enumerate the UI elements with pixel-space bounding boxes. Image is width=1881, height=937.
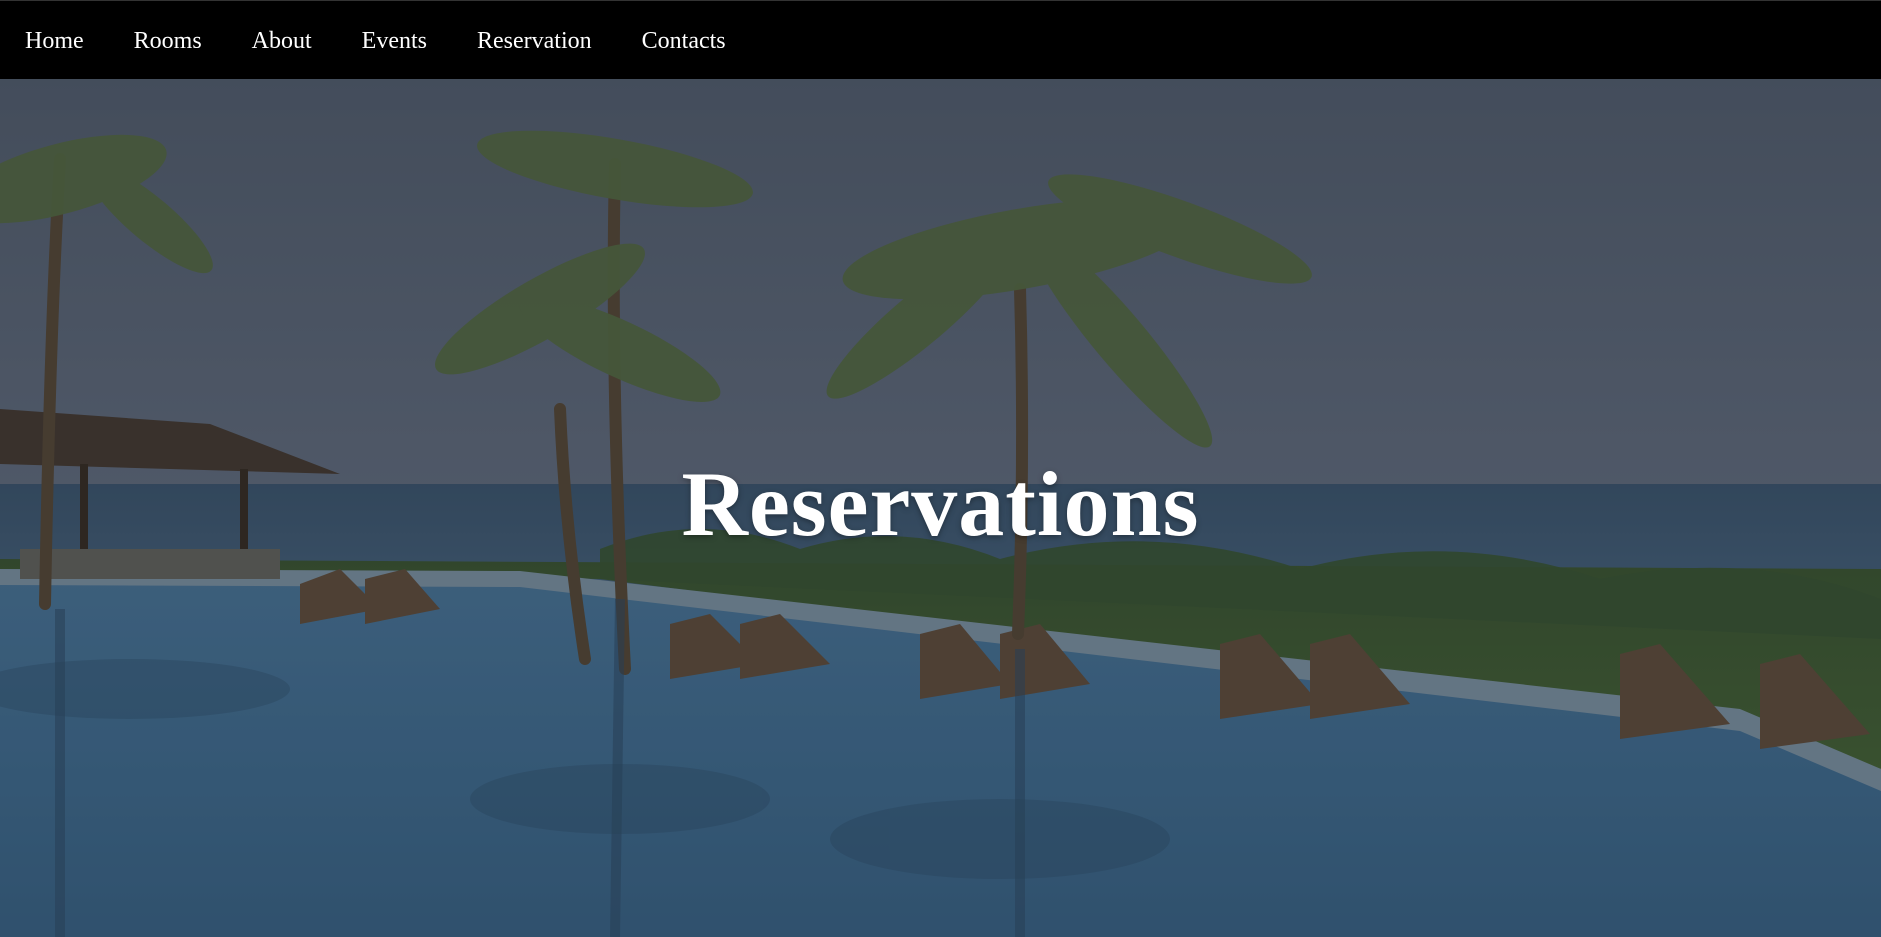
nav-link-rooms[interactable]: Rooms <box>134 29 202 53</box>
nav-link-reservation[interactable]: Reservation <box>477 29 592 53</box>
top-navbar: Home Rooms About Events Reservation Cont… <box>0 0 1881 79</box>
page-title: Reservations <box>681 453 1200 555</box>
nav-link-events[interactable]: Events <box>362 29 427 53</box>
nav-link-contacts[interactable]: Contacts <box>642 29 726 53</box>
hero-banner: Reservations <box>0 79 1881 937</box>
nav-menu: Home Rooms About Events Reservation Cont… <box>0 1 776 80</box>
nav-link-home[interactable]: Home <box>25 29 84 53</box>
nav-link-about[interactable]: About <box>252 29 312 53</box>
